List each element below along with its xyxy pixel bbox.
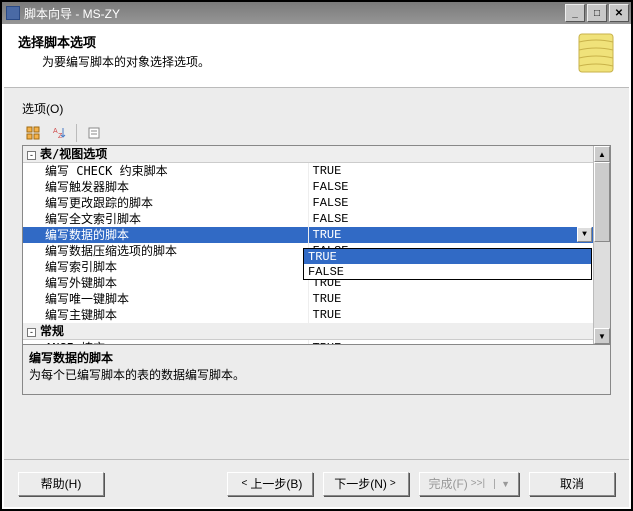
back-button[interactable]: <上一步(B) xyxy=(227,472,313,496)
property-pages-button[interactable] xyxy=(83,123,105,143)
option-row[interactable]: 编写 CHECK 约束脚本TRUE xyxy=(23,163,593,180)
options-label: 选项(O) xyxy=(22,100,611,117)
vertical-scrollbar[interactable]: ▲ ▼ xyxy=(593,146,610,344)
collapse-icon[interactable]: - xyxy=(27,328,36,337)
description-pane: 编写数据的脚本 为每个已编写脚本的表的数据编写脚本。 xyxy=(22,345,611,395)
options-grid: -表/视图选项 编写 CHECK 约束脚本TRUE 编写触发器脚本FALSE 编… xyxy=(22,145,611,345)
option-row[interactable]: 编写全文索引脚本FALSE xyxy=(23,211,593,227)
next-button[interactable]: 下一步(N)> xyxy=(323,472,409,496)
value-dropdown[interactable]: TRUE FALSE xyxy=(303,248,592,280)
wizard-footer: 帮助(H) <上一步(B) 下一步(N)> 完成(F)>>|▼ 取消 xyxy=(4,459,629,507)
option-row[interactable]: 编写唯一键脚本TRUE xyxy=(23,291,593,307)
option-row-selected[interactable]: 编写数据的脚本 TRUE▼ xyxy=(23,227,593,243)
help-button[interactable]: 帮助(H) xyxy=(18,472,104,496)
option-row[interactable]: 编写更改跟踪的脚本FALSE xyxy=(23,195,593,211)
scroll-thumb[interactable] xyxy=(594,162,610,242)
toolbar-separator xyxy=(76,124,77,142)
grid-toolbar: AZ xyxy=(22,123,611,143)
description-title: 编写数据的脚本 xyxy=(29,349,604,366)
dropdown-option[interactable]: FALSE xyxy=(304,264,591,279)
dropdown-arrow-icon[interactable]: ▼ xyxy=(577,227,592,242)
maximize-button[interactable]: □ xyxy=(587,4,607,22)
app-icon xyxy=(6,6,20,20)
option-row[interactable]: 编写主键脚本TRUE xyxy=(23,307,593,323)
alphabetical-view-button[interactable]: AZ xyxy=(48,123,70,143)
page-subtitle: 为要编写脚本的对象选择选项。 xyxy=(18,53,615,70)
option-row[interactable]: ANSI 填充TRUE xyxy=(23,340,593,345)
window-title: 脚本向导 - MS-ZY xyxy=(24,5,565,22)
dropdown-option[interactable]: TRUE xyxy=(304,249,591,264)
category-row[interactable]: -常规 xyxy=(23,323,593,340)
titlebar: 脚本向导 - MS-ZY _ □ ✕ xyxy=(2,2,631,24)
category-row[interactable]: -表/视图选项 xyxy=(23,146,593,163)
description-text: 为每个已编写脚本的表的数据编写脚本。 xyxy=(29,366,604,383)
scroll-up-button[interactable]: ▲ xyxy=(594,146,610,162)
note-icon xyxy=(573,30,619,76)
chevron-down-icon: ▼ xyxy=(494,479,510,489)
option-row[interactable]: 编写触发器脚本FALSE xyxy=(23,179,593,195)
scroll-down-button[interactable]: ▼ xyxy=(594,328,610,344)
categorized-view-button[interactable] xyxy=(22,123,44,143)
finish-button: 完成(F)>>|▼ xyxy=(419,472,519,496)
minimize-button[interactable]: _ xyxy=(565,4,585,22)
close-button[interactable]: ✕ xyxy=(609,4,629,22)
cancel-button[interactable]: 取消 xyxy=(529,472,615,496)
collapse-icon[interactable]: - xyxy=(27,151,36,160)
page-title: 选择脚本选项 xyxy=(18,32,615,51)
wizard-header: 选择脚本选项 为要编写脚本的对象选择选项。 xyxy=(4,24,629,88)
